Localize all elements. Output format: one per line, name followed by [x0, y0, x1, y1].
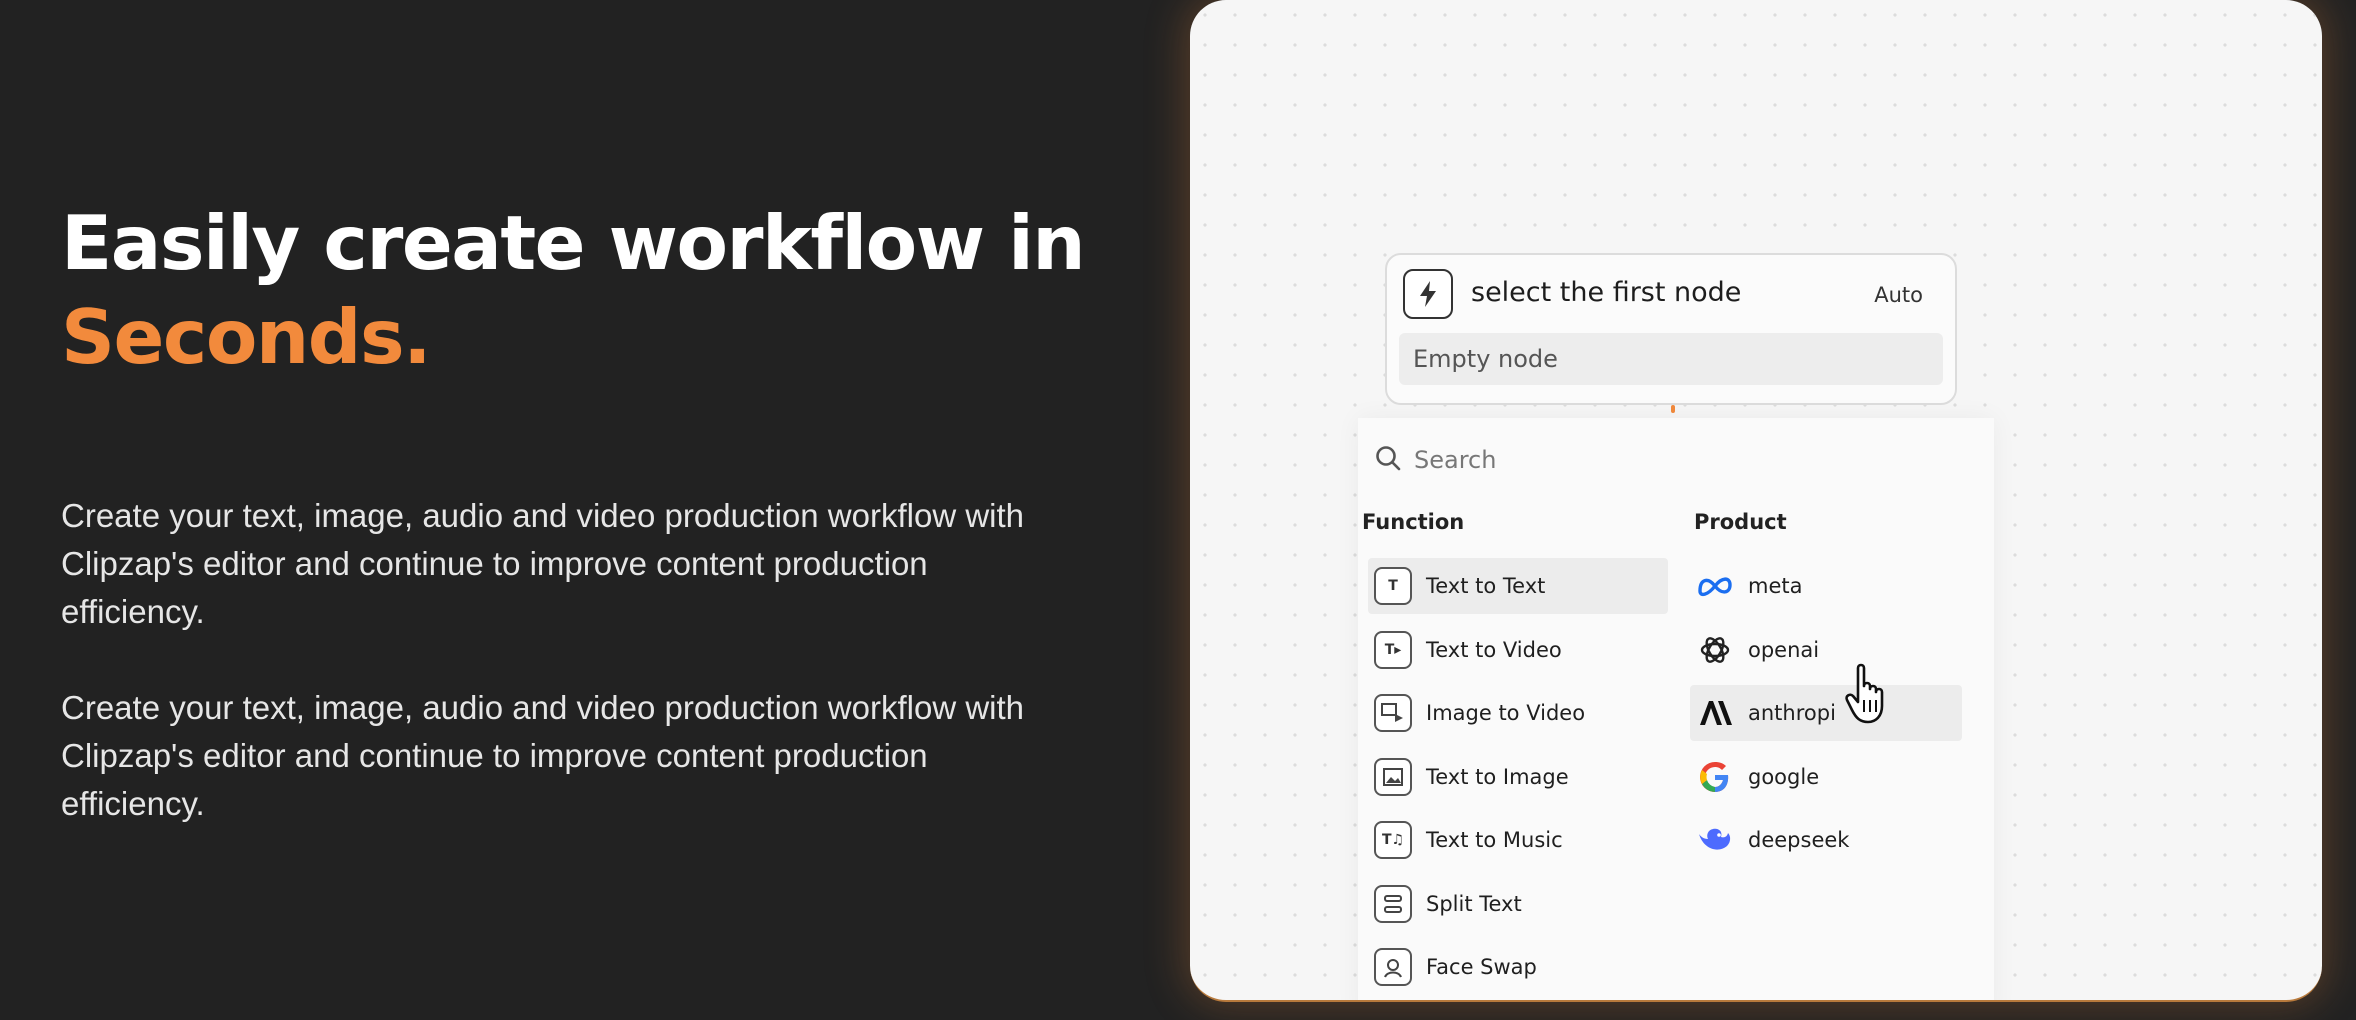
meta-logo-icon	[1696, 567, 1734, 605]
node-mode-toggle[interactable]: Auto	[1874, 283, 1923, 307]
headline-accent: Seconds.	[61, 293, 432, 381]
text-to-image-icon	[1374, 757, 1412, 796]
product-item-label: anthropi	[1748, 701, 1836, 725]
function-list: T Text to Text T▸ Text to Video Image to…	[1368, 558, 1668, 1000]
headline: Easily create workflow in Seconds.	[61, 196, 1111, 384]
product-list: meta openai anthropi google deepseek	[1690, 558, 1962, 876]
hero-section: Easily create workflow in Seconds. Creat…	[61, 196, 1111, 828]
product-column-header: Product	[1694, 510, 1787, 534]
function-item-text-to-image[interactable]: Text to Image	[1368, 749, 1668, 805]
node-type-dropdown: Search Function Product T Text to Text T…	[1358, 418, 1994, 1000]
workflow-demo-panel: select the first node Auto Empty node Se…	[1190, 0, 2322, 1002]
deepseek-logo-icon	[1696, 821, 1734, 859]
function-item-text-to-text[interactable]: T Text to Text	[1368, 558, 1668, 614]
function-item-text-to-music[interactable]: T♫ Text to Music	[1368, 812, 1668, 868]
function-item-label: Face Swap	[1426, 955, 1537, 979]
function-item-label: Text to Video	[1426, 637, 1562, 662]
lightning-icon	[1403, 269, 1453, 319]
function-item-label: Split Text	[1426, 891, 1522, 916]
headline-line1: Easily create workflow in	[61, 199, 1086, 287]
description-paragraph-1: Create your text, image, audio and video…	[61, 497, 1025, 630]
node-title: select the first node	[1471, 277, 1742, 308]
function-item-label: Text to Text	[1426, 574, 1546, 598]
function-item-face-swap[interactable]: Face Swap	[1368, 939, 1668, 995]
product-item-openai[interactable]: openai	[1690, 622, 1962, 678]
description-paragraph-2: Create your text, image, audio and video…	[61, 689, 1025, 822]
function-item-label: Text to Music	[1426, 828, 1563, 852]
node-subtitle: Empty node	[1399, 333, 1943, 385]
text-to-text-icon: T	[1374, 567, 1412, 605]
product-item-label: deepseek	[1748, 828, 1850, 852]
face-swap-icon	[1374, 948, 1412, 986]
product-item-label: google	[1748, 764, 1820, 789]
google-logo-icon	[1696, 758, 1734, 796]
product-item-anthropic[interactable]: anthropi	[1690, 685, 1962, 741]
function-item-split-text[interactable]: Split Text	[1368, 876, 1668, 932]
search-input[interactable]: Search	[1374, 440, 1974, 480]
function-item-image-to-video[interactable]: Image to Video	[1368, 685, 1668, 741]
product-item-label: openai	[1748, 637, 1820, 662]
hand-cursor-icon	[1844, 660, 1896, 731]
function-item-text-to-video[interactable]: T▸ Text to Video	[1368, 622, 1668, 678]
product-item-meta[interactable]: meta	[1690, 558, 1962, 614]
openai-logo-icon	[1696, 631, 1734, 669]
node-connector	[1671, 405, 1675, 413]
text-to-music-icon: T♫	[1374, 821, 1412, 859]
function-item-label: Image to Video	[1426, 701, 1586, 725]
search-placeholder: Search	[1414, 446, 1497, 474]
product-item-google[interactable]: google	[1690, 749, 1962, 805]
text-to-video-icon: T▸	[1374, 630, 1412, 669]
workflow-node-card[interactable]: select the first node Auto Empty node	[1385, 253, 1957, 405]
function-item-label: Text to Image	[1426, 764, 1569, 789]
image-to-video-icon	[1374, 694, 1412, 732]
product-item-label: meta	[1748, 574, 1803, 598]
search-icon	[1374, 444, 1402, 477]
split-text-icon	[1374, 884, 1412, 923]
function-column-header: Function	[1362, 510, 1465, 534]
anthropic-logo-icon	[1696, 694, 1734, 732]
product-item-deepseek[interactable]: deepseek	[1690, 812, 1962, 868]
